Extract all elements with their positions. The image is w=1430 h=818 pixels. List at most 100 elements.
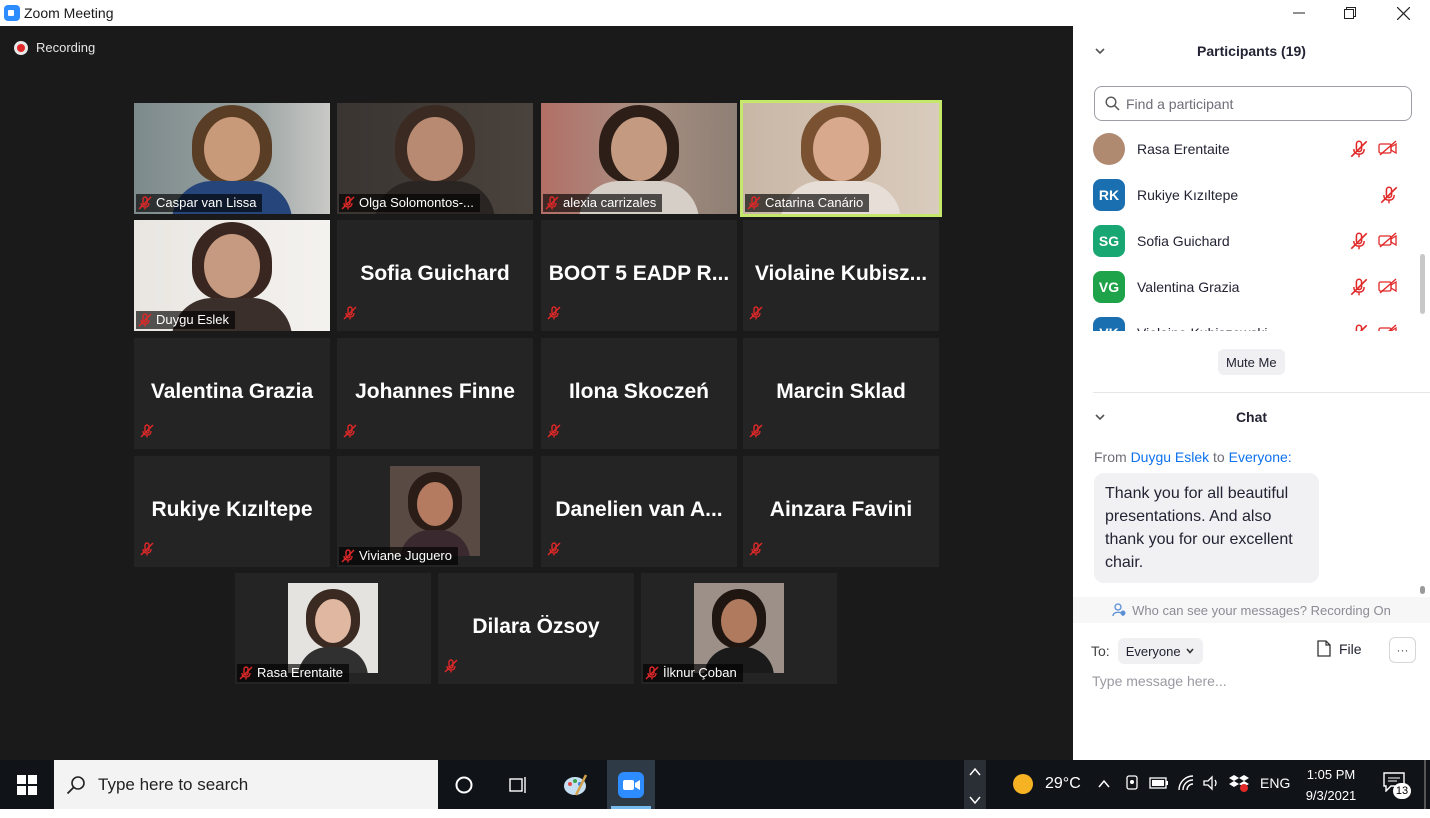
minimize-button[interactable] [1276, 0, 1322, 26]
sun-weather-icon[interactable] [1012, 773, 1034, 795]
muted-mic-icon[interactable] [1350, 232, 1368, 250]
start-button[interactable] [0, 760, 54, 809]
task-view-icon [509, 776, 526, 793]
file-label: File [1339, 640, 1362, 657]
participant-list-name: Rukiye Kızıltepe [1137, 187, 1239, 203]
muted-mic-icon [547, 542, 561, 556]
muted-mic-icon[interactable] [1380, 186, 1398, 204]
camera-off-icon[interactable] [1378, 324, 1398, 331]
system-clock[interactable]: 1:05 PM 9/3/2021 [1297, 764, 1365, 806]
recipient-link[interactable]: Everyone: [1229, 449, 1292, 465]
search-icon [66, 775, 85, 794]
cortana-button[interactable] [440, 760, 488, 809]
close-button[interactable] [1380, 0, 1426, 26]
participant-video-tile[interactable]: Dilara Özsoy [438, 573, 634, 684]
taskbar-search[interactable] [54, 760, 438, 809]
sender-link[interactable]: Duygu Eslek [1131, 449, 1210, 465]
restore-button[interactable] [1327, 0, 1373, 26]
mute-indicator [547, 542, 561, 561]
show-desktop-button[interactable] [1424, 760, 1426, 809]
participant-video-tile[interactable]: Danelien van A... [541, 456, 737, 567]
volume-icon[interactable] [1202, 774, 1220, 792]
file-icon [1317, 640, 1331, 657]
chat-header: Chat [1073, 404, 1430, 430]
task-view-button[interactable] [494, 760, 542, 809]
file-button[interactable]: File [1317, 640, 1362, 657]
participant-list-name: Valentina Grazia [1137, 279, 1240, 295]
weather-temperature[interactable]: 29°C [1045, 775, 1081, 793]
clock-time: 1:05 PM [1306, 767, 1356, 782]
muted-mic-icon[interactable] [1350, 278, 1368, 296]
chat-visibility-notice[interactable]: Who can see your messages? Recording On [1073, 597, 1430, 623]
participant-video-tile[interactable]: Duygu Eslek [134, 220, 330, 331]
window-title: Zoom Meeting [24, 5, 114, 21]
camera-off-icon[interactable] [1378, 140, 1398, 156]
participant-video-tile[interactable]: Ilona Skoczeń [541, 338, 737, 449]
participant-name: Caspar van Lissa [156, 195, 257, 210]
participant-search-input[interactable] [1126, 95, 1396, 112]
participant-video-tile[interactable]: Catarina Canário [740, 100, 942, 217]
participant-video-tile[interactable]: BOOT 5 EADP R... [541, 220, 737, 331]
camera-off-icon[interactable] [1378, 232, 1398, 248]
recipient-value: Everyone [1125, 643, 1181, 659]
participant-row[interactable]: RK Rukiye Kızıltepe [1073, 172, 1418, 218]
participant-row[interactable]: SG Sofia Guichard [1073, 218, 1418, 264]
restore-icon [1344, 7, 1356, 19]
zoom-app-icon [4, 5, 20, 21]
muted-mic-icon[interactable] [1350, 140, 1368, 158]
participant-video-tile[interactable]: İlknur Çoban [641, 573, 837, 684]
chevron-up-icon[interactable] [1097, 777, 1111, 791]
meet-now-icon[interactable] [1124, 774, 1140, 792]
mute-indicator [343, 306, 357, 325]
taskbar-app-zoom[interactable] [607, 760, 655, 809]
mute-me-button[interactable]: Mute Me [1218, 349, 1285, 375]
close-icon [1396, 6, 1410, 20]
muted-mic-icon [749, 542, 763, 556]
muted-mic-icon [343, 306, 357, 320]
participant-video-tile[interactable]: alexia carrizales [541, 103, 737, 214]
participant-video-tile[interactable]: Ainzara Favini [743, 456, 939, 567]
participants-title: Participants (19) [1197, 43, 1306, 59]
avatar: VG [1093, 271, 1125, 303]
participant-video-tile[interactable]: Marcin Sklad [743, 338, 939, 449]
recipient-dropdown[interactable]: Everyone [1117, 638, 1203, 664]
participants-scrollbar[interactable] [1420, 254, 1425, 314]
participant-status-icons [1350, 232, 1398, 250]
more-options-button[interactable]: ··· [1389, 637, 1416, 663]
participant-video-tile[interactable]: Rukiye Kızıltepe [134, 456, 330, 567]
participant-video-tile[interactable]: Valentina Grazia [134, 338, 330, 449]
participant-name: Catarina Canário [765, 195, 864, 210]
language-indicator[interactable]: ENG [1260, 775, 1290, 791]
search-icon [1105, 96, 1120, 111]
participant-name: Duygu Eslek [156, 312, 229, 327]
participant-row[interactable]: Rasa Erentaite [1073, 126, 1418, 172]
participant-video-tile[interactable]: Caspar van Lissa [134, 103, 330, 214]
chat-scrollbar[interactable] [1420, 586, 1425, 594]
participant-name-label: alexia carrizales [543, 194, 663, 212]
taskbar-search-input[interactable] [98, 774, 418, 795]
participant-video-tile[interactable]: Johannes Finne [337, 338, 533, 449]
dropbox-sync-icon[interactable] [1229, 773, 1249, 793]
notification-center-button[interactable]: 13 [1381, 770, 1411, 800]
recording-indicator[interactable]: Recording [14, 40, 95, 55]
from-prefix: From [1094, 449, 1127, 465]
participant-video-tile[interactable]: Violaine Kubisz... [743, 220, 939, 331]
muted-mic-icon[interactable] [1350, 324, 1368, 331]
battery-icon[interactable] [1149, 776, 1169, 790]
participant-search[interactable] [1094, 86, 1412, 121]
participant-video-tile[interactable]: Rasa Erentaite [235, 573, 431, 684]
participant-video-tile[interactable]: Viviane Juguero [337, 456, 533, 567]
participant-list-name: Sofia Guichard [1137, 233, 1230, 249]
taskbar-scroll-buttons[interactable] [964, 760, 986, 809]
taskbar-app-paint[interactable] [551, 760, 599, 809]
camera-off-icon[interactable] [1378, 278, 1398, 294]
participant-row[interactable]: VK Violaine Kubiszewski [1073, 310, 1418, 331]
wifi-icon[interactable] [1177, 774, 1195, 792]
participant-video-tile[interactable]: Olga Solomontos-... [337, 103, 533, 214]
participant-video-tile[interactable]: Sofia Guichard [337, 220, 533, 331]
participant-row[interactable]: VG Valentina Grazia [1073, 264, 1418, 310]
participant-list-name: Rasa Erentaite [1137, 141, 1230, 157]
participant-name: Rukiye Kızıltepe [151, 498, 313, 521]
side-panel: Participants (19) Rasa Erentaite RK Rukiye… [1073, 26, 1430, 760]
chat-message-input[interactable] [1092, 673, 1412, 689]
